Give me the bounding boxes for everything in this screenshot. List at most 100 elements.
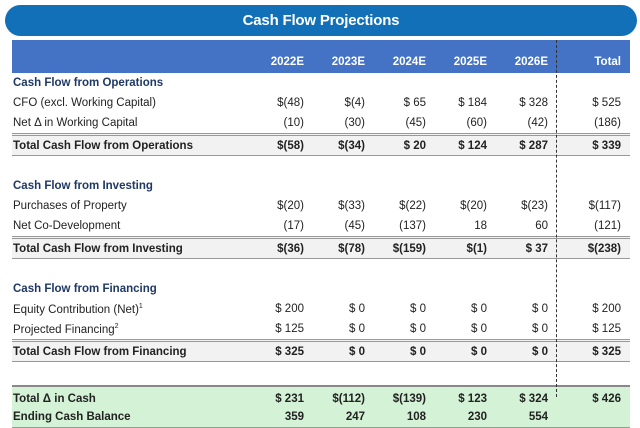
cell-2022e: 359 <box>284 411 304 423</box>
table-row: Equity Contribution (Net)1 $ 200 $ 0 $ 0 $ 0… <box>12 299 630 319</box>
row-label: CFO (excl. Working Capital) <box>12 97 243 109</box>
table-header: 2022E 2023E 2024E 2025E 2026E Total <box>12 40 630 73</box>
cell-2022e: $(58) <box>277 139 304 152</box>
cell-2023e: (45) <box>344 220 365 232</box>
cell-2022e: $(20) <box>277 200 304 212</box>
column-header-2023e: 2023E <box>331 56 365 68</box>
row-label: Total Δ in Cash <box>12 393 243 405</box>
cell-2022e: $ 325 <box>275 345 304 358</box>
cell-2024e: $ 0 <box>410 323 426 335</box>
cell-2026e: $ 0 <box>532 303 548 315</box>
row-label: Projected Financing2 <box>12 323 243 336</box>
section-total-row: Total Cash Flow from Financing $ 325 $ 0 $ … <box>12 339 630 362</box>
cash-flow-table: 2022E 2023E 2024E 2025E 2026E Total Cash Flow … <box>12 40 630 428</box>
row-label-text: Net Δ in Working Capital <box>13 117 138 129</box>
cell-2023e: $(33) <box>338 200 365 212</box>
footnote-marker: 1 <box>138 302 143 310</box>
section-total-row: Total Cash Flow from Investing $(36) $(78)… <box>12 236 630 259</box>
section-heading: Cash Flow from Financing <box>13 283 157 295</box>
spacer-row <box>12 362 630 382</box>
row-label: Total Cash Flow from Operations <box>12 140 243 152</box>
cell-total: $ 325 <box>592 345 621 358</box>
cell-2025e: $ 0 <box>471 303 487 315</box>
cell-2023e: $(34) <box>338 139 365 152</box>
section-heading-row: Cash Flow from Investing <box>12 176 630 196</box>
table-row: CFO (excl. Working Capital) $(48) $(4) $ 65… <box>12 93 630 113</box>
cell-2026e: $(23) <box>521 200 548 212</box>
footnote-marker: 2 <box>114 322 119 330</box>
column-header-2026e: 2026E <box>514 56 548 68</box>
spacer-row <box>12 156 630 176</box>
row-label-text: Total Cash Flow from Financing <box>13 345 187 358</box>
table-row: Net Δ in Working Capital (10) (30) (45) (60)… <box>12 113 630 133</box>
table-row: Net Co-Development (17) (45) (137) 18 60 (121) <box>12 216 630 236</box>
cell-2024e: $ 0 <box>410 303 426 315</box>
section-heading-row: Cash Flow from Financing <box>12 279 630 299</box>
cell-2024e: (137) <box>399 220 426 232</box>
cell-2025e: $(20) <box>460 200 487 212</box>
section-total-row: Total Cash Flow from Operations $(58) $(34… <box>12 133 630 156</box>
cell-2022e: (17) <box>283 220 304 232</box>
cell-2026e: (42) <box>527 117 548 129</box>
row-label-text: CFO (excl. Working Capital) <box>13 97 156 109</box>
cell-2023e: $(112) <box>332 393 365 405</box>
column-header-2025e: 2025E <box>453 56 487 68</box>
cell-2024e: (45) <box>405 117 426 129</box>
row-label-text: Total Cash Flow from Investing <box>13 242 183 255</box>
ending-cash-balance-row: Ending Cash Balance 359 247 108 230 554 <box>12 411 630 428</box>
cell-2024e: $ 65 <box>403 97 426 109</box>
cell-2025e: 230 <box>467 411 487 423</box>
cell-2025e: 18 <box>474 220 487 232</box>
cell-2026e: $ 0 <box>532 345 548 358</box>
cell-2026e: $ 328 <box>519 97 548 109</box>
cell-total: $(238) <box>587 242 621 255</box>
cell-2026e: $ 287 <box>519 139 548 152</box>
cell-2023e: (30) <box>344 117 365 129</box>
cell-2024e: $(22) <box>399 200 426 212</box>
cell-2023e: 247 <box>345 411 365 423</box>
section-heading: Cash Flow from Investing <box>13 180 153 192</box>
cell-total: $(117) <box>588 200 621 212</box>
table-row: Projected Financing2 $ 125 $ 0 $ 0 $ 0 $ 0 $ 1… <box>12 319 630 339</box>
cell-total: (186) <box>594 117 621 129</box>
row-label-text: Total Cash Flow from Operations <box>13 139 193 152</box>
cell-total: $ 125 <box>592 323 621 335</box>
row-label-text: Ending Cash Balance <box>13 411 131 423</box>
row-label: Equity Contribution (Net)1 <box>12 303 243 316</box>
row-label: Total Cash Flow from Investing <box>12 243 243 255</box>
cell-total: $ 426 <box>592 393 621 405</box>
cell-2024e: 108 <box>406 411 426 423</box>
cell-2025e: $ 184 <box>458 97 487 109</box>
cell-2026e: $ 324 <box>519 393 548 405</box>
cell-2022e: $ 200 <box>275 303 304 315</box>
cell-2026e: 554 <box>528 411 548 423</box>
row-label: Ending Cash Balance <box>12 411 243 423</box>
cell-2025e: $ 124 <box>458 139 487 152</box>
cell-2023e: $ 0 <box>349 345 365 358</box>
cell-2022e: $ 125 <box>275 323 304 335</box>
cell-2022e: (10) <box>283 117 304 129</box>
cell-2026e: $ 37 <box>525 242 548 255</box>
row-label-text: Net Co-Development <box>13 220 121 232</box>
cell-2024e: $(139) <box>392 393 426 405</box>
row-label-text: Purchases of Property <box>13 200 127 212</box>
page-title: Cash Flow Projections <box>5 5 637 36</box>
column-header-2022e: 2022E <box>270 56 304 68</box>
total-change-in-cash-row: Total Δ in Cash $ 231 $(112) $(139) $ 123 $ 3… <box>12 385 630 411</box>
cell-2026e: $ 0 <box>532 323 548 335</box>
row-label: Purchases of Property <box>12 200 243 212</box>
cell-total: $ 525 <box>592 97 621 109</box>
total-column-divider <box>556 40 557 397</box>
cell-2022e: $(36) <box>277 242 304 255</box>
cell-2023e: $(78) <box>338 242 365 255</box>
row-label-text: Total Δ in Cash <box>13 393 96 405</box>
cell-2023e: $(4) <box>344 97 365 109</box>
column-header-total: Total <box>594 56 621 68</box>
column-header-2024e: 2024E <box>392 56 426 68</box>
section-heading: Cash Flow from Operations <box>13 77 164 89</box>
cell-2025e: $(1) <box>466 242 487 255</box>
cell-2026e: 60 <box>535 220 548 232</box>
row-label-text: Projected Financing <box>13 323 115 336</box>
table-row: Purchases of Property $(20) $(33) $(22) $(20… <box>12 196 630 216</box>
cell-2024e: $(159) <box>392 242 426 255</box>
